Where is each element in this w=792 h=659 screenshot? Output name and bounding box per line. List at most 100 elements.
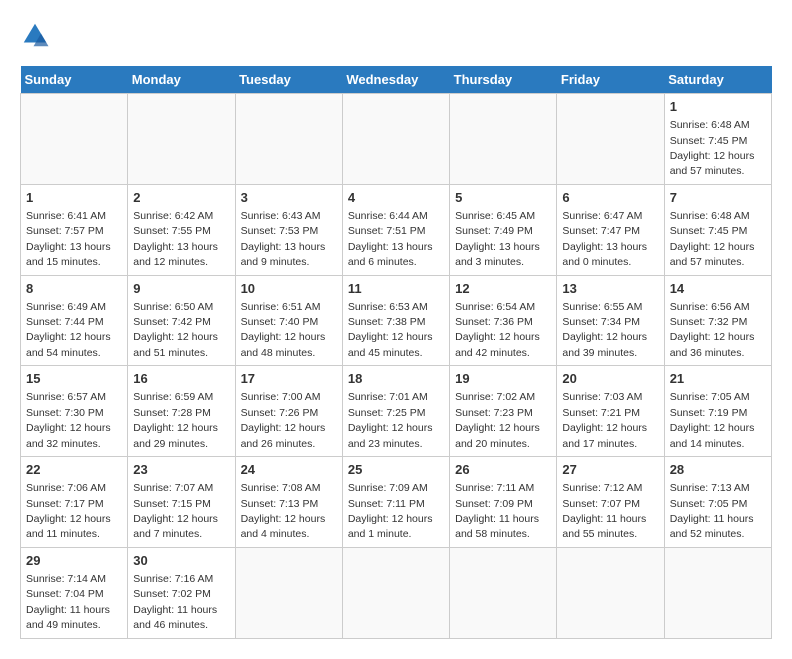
day-number: 19 [455, 370, 551, 388]
calendar-cell [557, 547, 664, 638]
calendar-cell [128, 94, 235, 185]
day-header-friday: Friday [557, 66, 664, 94]
calendar-cell: 10 Sunrise: 6:51 AMSunset: 7:40 PMDaylig… [235, 275, 342, 366]
day-info: Sunrise: 6:48 AMSunset: 7:45 PMDaylight:… [670, 119, 755, 177]
day-number: 5 [455, 189, 551, 207]
calendar-cell [450, 94, 557, 185]
day-number: 15 [26, 370, 122, 388]
day-info: Sunrise: 7:02 AMSunset: 7:23 PMDaylight:… [455, 391, 540, 449]
day-number: 25 [348, 461, 444, 479]
day-info: Sunrise: 7:07 AMSunset: 7:15 PMDaylight:… [133, 482, 218, 540]
calendar-week-row: 8 Sunrise: 6:49 AMSunset: 7:44 PMDayligh… [21, 275, 772, 366]
logo-icon [20, 20, 50, 50]
calendar-week-row: 29 Sunrise: 7:14 AMSunset: 7:04 PMDaylig… [21, 547, 772, 638]
calendar-cell: 5 Sunrise: 6:45 AMSunset: 7:49 PMDayligh… [450, 184, 557, 275]
day-info: Sunrise: 7:05 AMSunset: 7:19 PMDaylight:… [670, 391, 755, 449]
calendar-cell [21, 94, 128, 185]
day-info: Sunrise: 7:12 AMSunset: 7:07 PMDaylight:… [562, 482, 646, 540]
calendar-cell: 21 Sunrise: 7:05 AMSunset: 7:19 PMDaylig… [664, 366, 771, 457]
day-header-wednesday: Wednesday [342, 66, 449, 94]
day-number: 2 [133, 189, 229, 207]
day-number: 28 [670, 461, 766, 479]
day-info: Sunrise: 7:00 AMSunset: 7:26 PMDaylight:… [241, 391, 326, 449]
calendar-cell: 19 Sunrise: 7:02 AMSunset: 7:23 PMDaylig… [450, 366, 557, 457]
day-info: Sunrise: 6:54 AMSunset: 7:36 PMDaylight:… [455, 301, 540, 359]
calendar-cell: 25 Sunrise: 7:09 AMSunset: 7:11 PMDaylig… [342, 457, 449, 548]
day-number: 17 [241, 370, 337, 388]
day-info: Sunrise: 6:49 AMSunset: 7:44 PMDaylight:… [26, 301, 111, 359]
day-number: 1 [26, 189, 122, 207]
calendar-cell [235, 94, 342, 185]
day-info: Sunrise: 7:14 AMSunset: 7:04 PMDaylight:… [26, 573, 110, 631]
day-header-sunday: Sunday [21, 66, 128, 94]
day-number: 30 [133, 552, 229, 570]
calendar-cell: 23 Sunrise: 7:07 AMSunset: 7:15 PMDaylig… [128, 457, 235, 548]
calendar-cell: 20 Sunrise: 7:03 AMSunset: 7:21 PMDaylig… [557, 366, 664, 457]
day-number: 13 [562, 280, 658, 298]
day-info: Sunrise: 6:47 AMSunset: 7:47 PMDaylight:… [562, 210, 647, 268]
day-info: Sunrise: 7:13 AMSunset: 7:05 PMDaylight:… [670, 482, 754, 540]
day-number: 22 [26, 461, 122, 479]
calendar-cell: 4 Sunrise: 6:44 AMSunset: 7:51 PMDayligh… [342, 184, 449, 275]
calendar-cell: 6 Sunrise: 6:47 AMSunset: 7:47 PMDayligh… [557, 184, 664, 275]
day-number: 21 [670, 370, 766, 388]
day-number: 14 [670, 280, 766, 298]
calendar-cell: 24 Sunrise: 7:08 AMSunset: 7:13 PMDaylig… [235, 457, 342, 548]
day-number: 3 [241, 189, 337, 207]
calendar-cell: 8 Sunrise: 6:49 AMSunset: 7:44 PMDayligh… [21, 275, 128, 366]
calendar-cell [342, 94, 449, 185]
calendar-cell: 15 Sunrise: 6:57 AMSunset: 7:30 PMDaylig… [21, 366, 128, 457]
calendar-cell: 18 Sunrise: 7:01 AMSunset: 7:25 PMDaylig… [342, 366, 449, 457]
day-number: 10 [241, 280, 337, 298]
calendar-cell: 1 Sunrise: 6:41 AMSunset: 7:57 PMDayligh… [21, 184, 128, 275]
day-info: Sunrise: 6:44 AMSunset: 7:51 PMDaylight:… [348, 210, 433, 268]
day-info: Sunrise: 6:53 AMSunset: 7:38 PMDaylight:… [348, 301, 433, 359]
day-info: Sunrise: 6:43 AMSunset: 7:53 PMDaylight:… [241, 210, 326, 268]
day-number: 24 [241, 461, 337, 479]
calendar-week-row: 22 Sunrise: 7:06 AMSunset: 7:17 PMDaylig… [21, 457, 772, 548]
day-info: Sunrise: 6:45 AMSunset: 7:49 PMDaylight:… [455, 210, 540, 268]
calendar-cell: 30 Sunrise: 7:16 AMSunset: 7:02 PMDaylig… [128, 547, 235, 638]
day-info: Sunrise: 6:48 AMSunset: 7:45 PMDaylight:… [670, 210, 755, 268]
day-number: 18 [348, 370, 444, 388]
day-number: 8 [26, 280, 122, 298]
day-number: 23 [133, 461, 229, 479]
day-info: Sunrise: 6:41 AMSunset: 7:57 PMDaylight:… [26, 210, 111, 268]
page-header [20, 20, 772, 50]
day-header-tuesday: Tuesday [235, 66, 342, 94]
calendar-cell: 27 Sunrise: 7:12 AMSunset: 7:07 PMDaylig… [557, 457, 664, 548]
calendar-cell: 17 Sunrise: 7:00 AMSunset: 7:26 PMDaylig… [235, 366, 342, 457]
day-number: 7 [670, 189, 766, 207]
day-number: 27 [562, 461, 658, 479]
day-number: 1 [670, 98, 766, 116]
calendar-cell: 14 Sunrise: 6:56 AMSunset: 7:32 PMDaylig… [664, 275, 771, 366]
day-info: Sunrise: 7:11 AMSunset: 7:09 PMDaylight:… [455, 482, 539, 540]
day-info: Sunrise: 6:56 AMSunset: 7:32 PMDaylight:… [670, 301, 755, 359]
day-number: 20 [562, 370, 658, 388]
day-info: Sunrise: 6:55 AMSunset: 7:34 PMDaylight:… [562, 301, 647, 359]
calendar-cell [342, 547, 449, 638]
day-info: Sunrise: 7:06 AMSunset: 7:17 PMDaylight:… [26, 482, 111, 540]
calendar-cell [450, 547, 557, 638]
calendar-cell: 3 Sunrise: 6:43 AMSunset: 7:53 PMDayligh… [235, 184, 342, 275]
day-header-thursday: Thursday [450, 66, 557, 94]
day-info: Sunrise: 6:51 AMSunset: 7:40 PMDaylight:… [241, 301, 326, 359]
day-header-saturday: Saturday [664, 66, 771, 94]
calendar-week-row: 15 Sunrise: 6:57 AMSunset: 7:30 PMDaylig… [21, 366, 772, 457]
day-header-monday: Monday [128, 66, 235, 94]
day-number: 4 [348, 189, 444, 207]
day-info: Sunrise: 6:57 AMSunset: 7:30 PMDaylight:… [26, 391, 111, 449]
calendar-cell: 13 Sunrise: 6:55 AMSunset: 7:34 PMDaylig… [557, 275, 664, 366]
calendar-cell: 16 Sunrise: 6:59 AMSunset: 7:28 PMDaylig… [128, 366, 235, 457]
calendar-week-row: 1 Sunrise: 6:48 AMSunset: 7:45 PMDayligh… [21, 94, 772, 185]
day-number: 6 [562, 189, 658, 207]
day-number: 29 [26, 552, 122, 570]
calendar-cell: 1 Sunrise: 6:48 AMSunset: 7:45 PMDayligh… [664, 94, 771, 185]
calendar-cell: 26 Sunrise: 7:11 AMSunset: 7:09 PMDaylig… [450, 457, 557, 548]
day-info: Sunrise: 6:59 AMSunset: 7:28 PMDaylight:… [133, 391, 218, 449]
day-info: Sunrise: 7:08 AMSunset: 7:13 PMDaylight:… [241, 482, 326, 540]
calendar-cell: 11 Sunrise: 6:53 AMSunset: 7:38 PMDaylig… [342, 275, 449, 366]
day-number: 16 [133, 370, 229, 388]
logo [20, 20, 52, 50]
calendar-cell: 12 Sunrise: 6:54 AMSunset: 7:36 PMDaylig… [450, 275, 557, 366]
